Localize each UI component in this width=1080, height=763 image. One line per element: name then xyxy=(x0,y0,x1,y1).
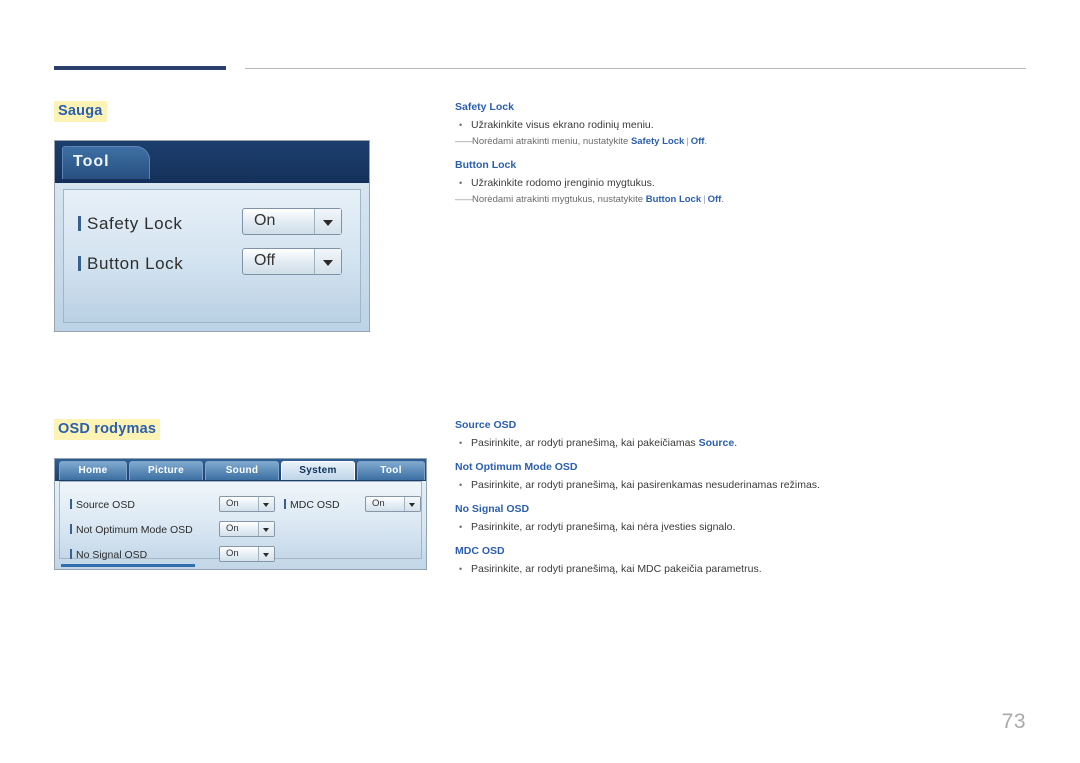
header-rule-line xyxy=(245,68,1026,69)
figure-osd-tab-picture: Picture xyxy=(129,461,203,480)
entry-title-safety-lock: Safety Lock xyxy=(455,101,514,113)
security-descriptions: Safety Lock • Užrakinkite visus ekrano r… xyxy=(455,101,1030,206)
entry-title-button-lock: Button Lock xyxy=(455,159,517,171)
note-suffix: . xyxy=(721,194,724,205)
note-keyword-2: Off xyxy=(690,136,705,147)
list-marker-icon xyxy=(70,549,72,559)
figure-tool-body: Safety Lock On Button Lock Off xyxy=(63,189,361,323)
note-prefix: Norėdami atrakinti meniu, nustatykite xyxy=(472,136,631,147)
figure-osd-combo-mdc: On xyxy=(365,496,421,512)
note-dash-icon: ―― xyxy=(455,194,473,205)
entry-title-no-signal-osd: No Signal OSD xyxy=(455,503,530,515)
figure-osd-combo-not-optimum: On xyxy=(219,521,275,537)
page-number: 73 xyxy=(1001,710,1026,733)
bullet-suffix: . xyxy=(734,437,738,449)
figure-tool-row-value-1: Off xyxy=(254,252,276,269)
figure-osd-tabrow: Home Picture Sound System Tool xyxy=(55,459,426,481)
bullet-icon: • xyxy=(459,480,463,490)
note-keyword-2: Off xyxy=(707,194,722,205)
entry-note-text: Norėdami atrakinti mygtukus, nustatykite… xyxy=(472,193,724,206)
note-keyword-1: Button Lock xyxy=(645,194,702,205)
entry-bullet-mdc-osd: • Pasirinkite, ar rodyti pranešimą, kai … xyxy=(455,562,1030,576)
note-suffix: . xyxy=(704,136,708,147)
figure-tool-tab: Tool xyxy=(62,146,150,179)
note-keyword-1: Safety Lock xyxy=(630,136,685,147)
bullet-prefix: Pasirinkite, ar rodyti pranešimą, kai pa… xyxy=(471,437,699,449)
entry-bullet-text: Pasirinkite, ar rodyti pranešimą, kai pa… xyxy=(471,436,737,450)
bullet-icon: • xyxy=(459,438,463,448)
entry-bullet-text: Užrakinkite visus ekrano rodinių meniu. xyxy=(471,119,654,131)
entry-bullet-text: Užrakinkite rodomo įrenginio mygtukus. xyxy=(471,177,655,189)
entry-bullet-not-optimum-mode-osd: • Pasirinkite, ar rodyti pranešimą, kai … xyxy=(455,478,1030,492)
list-marker-icon xyxy=(78,216,81,231)
list-marker-icon xyxy=(70,499,72,509)
figure-osd-combo-source: On xyxy=(219,496,275,512)
figure-tool-titlebar: Tool xyxy=(55,141,369,183)
entry-bullet-text: Pasirinkite, ar rodyti pranešimą, kai nė… xyxy=(471,521,736,533)
figure-osd-tab-sound: Sound xyxy=(205,461,279,480)
entry-title-mdc-osd: MDC OSD xyxy=(455,545,505,557)
section-heading-security: Sauga xyxy=(54,101,107,122)
list-marker-icon xyxy=(78,256,81,271)
chevron-down-icon xyxy=(258,497,274,511)
bullet-icon: • xyxy=(459,522,463,532)
figure-tool-tab-label: Tool xyxy=(73,153,110,170)
figure-osd-label-no-signal: No Signal OSD xyxy=(70,549,147,561)
chevron-down-icon xyxy=(314,249,341,274)
figure-osd-label-source: Source OSD xyxy=(70,499,135,511)
entry-note-text: Norėdami atrakinti meniu, nustatykite Sa… xyxy=(472,135,707,148)
section-heading-osd-display: OSD rodymas xyxy=(54,419,161,440)
figure-osd-tab-tool: Tool xyxy=(357,461,425,480)
figure-tool-row-value-0: On xyxy=(254,212,276,229)
note-prefix: Norėdami atrakinti mygtukus, nustatykite xyxy=(472,194,646,205)
entry-bullet-no-signal-osd: • Pasirinkite, ar rodyti pranešimą, kai … xyxy=(455,520,1030,534)
entry-bullet-text: Pasirinkite, ar rodyti pranešimą, kai pa… xyxy=(471,479,820,491)
figure-osd-combo-no-signal: On xyxy=(219,546,275,562)
figure-osd-menu: Home Picture Sound System Tool Source OS… xyxy=(54,458,427,570)
figure-osd-tab-home: Home xyxy=(59,461,127,480)
bullet-icon: • xyxy=(459,178,463,188)
bullet-keyword: Source xyxy=(698,437,735,449)
figure-osd-bottom-accent xyxy=(61,564,195,567)
chevron-down-icon xyxy=(404,497,420,511)
header-rule-accent xyxy=(54,66,226,70)
entry-note-safety-lock: ―― Norėdami atrakinti meniu, nustatykite… xyxy=(455,135,1030,148)
note-dash-icon: ―― xyxy=(455,136,473,147)
figure-osd-panel: Source OSD On Not Optimum Mode OSD On No… xyxy=(59,481,422,562)
entry-bullet-safety-lock: • Užrakinkite visus ekrano rodinių meniu… xyxy=(455,118,1030,132)
entry-bullet-button-lock: • Užrakinkite rodomo įrenginio mygtukus. xyxy=(455,176,1030,190)
figure-tool-row-combo-1: Off xyxy=(242,248,342,275)
list-marker-icon xyxy=(284,499,286,509)
bullet-icon: • xyxy=(459,120,463,130)
entry-title-not-optimum-mode-osd: Not Optimum Mode OSD xyxy=(455,461,578,473)
entry-note-button-lock: ―― Norėdami atrakinti mygtukus, nustatyk… xyxy=(455,193,1030,206)
figure-osd-tab-system: System xyxy=(281,461,355,480)
chevron-down-icon xyxy=(258,522,274,536)
entry-title-source-osd: Source OSD xyxy=(455,419,517,431)
figure-tool-row-label-1: Button Lock xyxy=(78,254,183,274)
list-marker-icon xyxy=(70,524,72,534)
figure-tool-row-combo-0: On xyxy=(242,208,342,235)
osd-descriptions: Source OSD • Pasirinkite, ar rodyti pran… xyxy=(455,419,1030,576)
entry-bullet-text: Pasirinkite, ar rodyti pranešimą, kai MD… xyxy=(471,563,762,575)
bullet-icon: • xyxy=(459,564,463,574)
figure-osd-label-mdc: MDC OSD xyxy=(284,499,340,511)
chevron-down-icon xyxy=(258,547,274,561)
figure-tool-menu: Tool Safety Lock On Button Lock Off xyxy=(54,140,370,332)
chevron-down-icon xyxy=(314,209,341,234)
figure-osd-label-not-optimum: Not Optimum Mode OSD xyxy=(70,524,193,536)
figure-tool-row-label-0: Safety Lock xyxy=(78,214,182,234)
entry-bullet-source-osd: • Pasirinkite, ar rodyti pranešimą, kai … xyxy=(455,436,1030,450)
